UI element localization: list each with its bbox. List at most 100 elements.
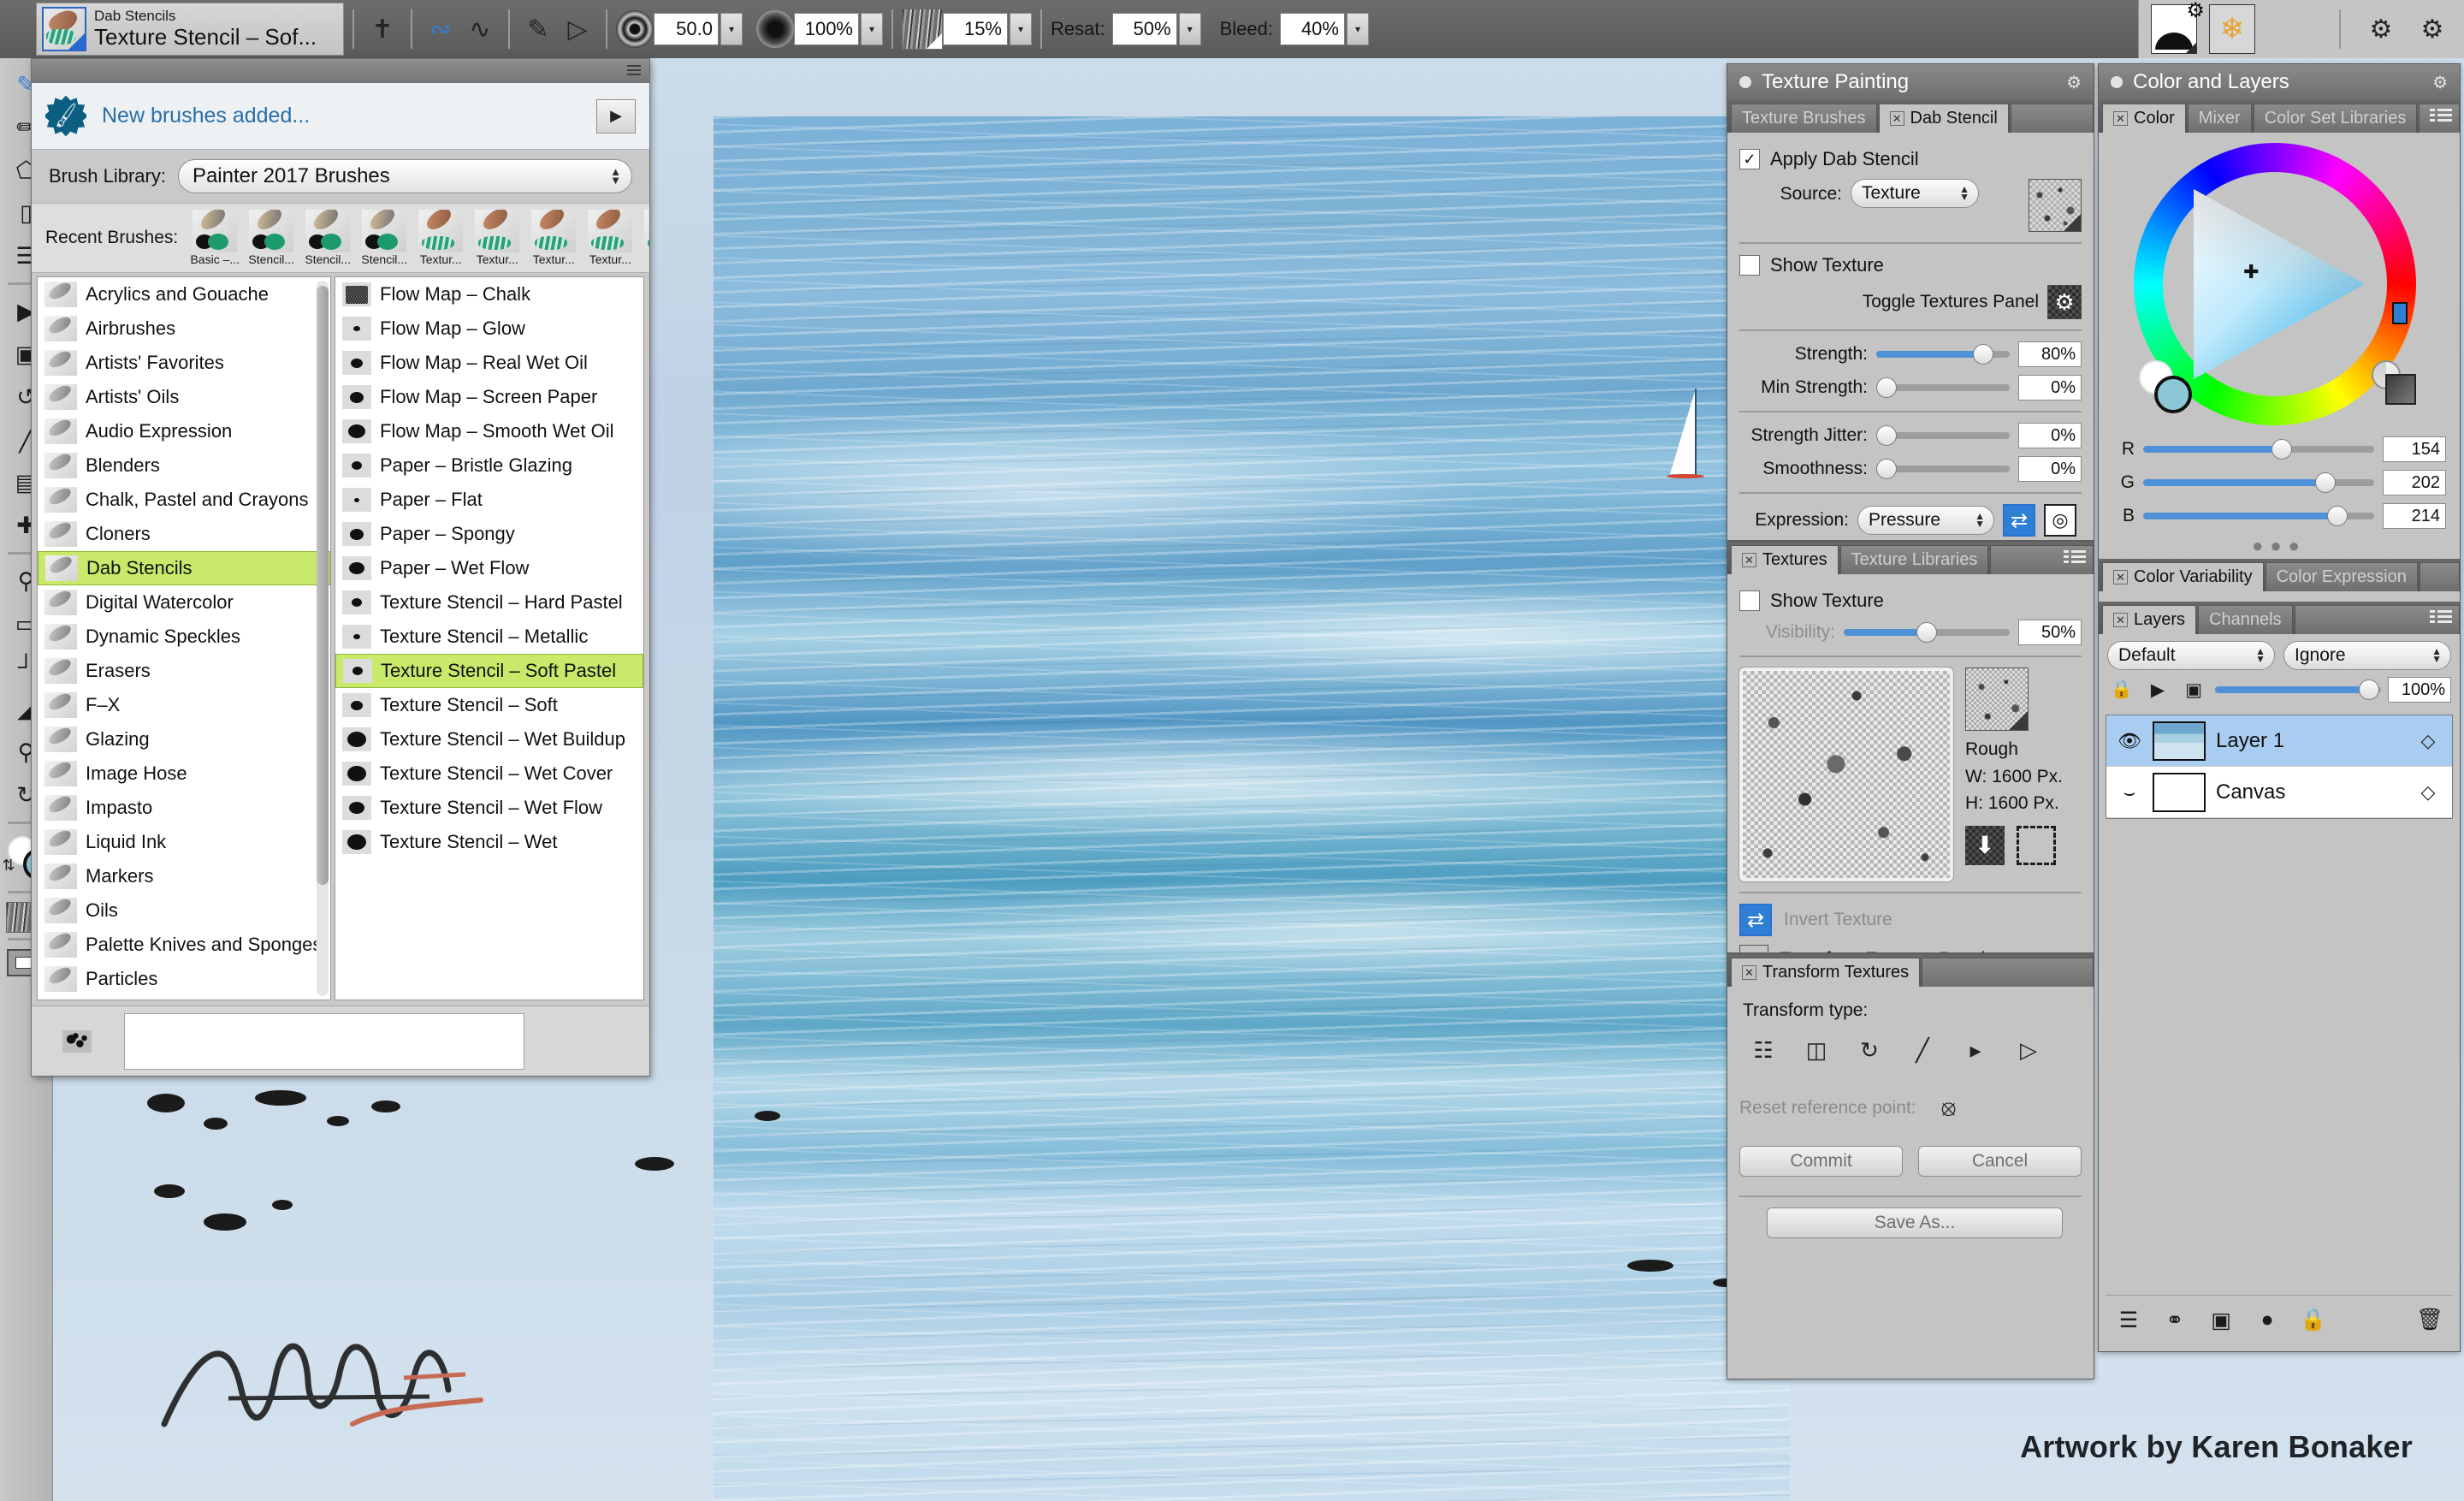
- sidebar-item-audio-expression[interactable]: Audio Expression: [38, 414, 330, 448]
- list-item[interactable]: Paper – Spongy: [335, 517, 643, 551]
- tab-color[interactable]: ✕ Color: [2102, 104, 2186, 133]
- sidebar-item-cloners[interactable]: Cloners: [38, 517, 330, 551]
- list-item[interactable]: Texture Stencil – Metallic: [335, 620, 643, 654]
- grain-value[interactable]: 15%: [943, 13, 1008, 45]
- straight-line-stroke-icon[interactable]: ∿: [460, 9, 500, 49]
- recent-brush-item[interactable]: Textur...: [527, 210, 580, 266]
- list-item[interactable]: Flow Map – Smooth Wet Oil: [335, 414, 643, 448]
- dynamic-plugin-icon[interactable]: ⚭: [2159, 1304, 2191, 1337]
- preserve-transparency-icon[interactable]: 🔒: [2107, 675, 2136, 704]
- close-icon[interactable]: ✕: [2113, 570, 2128, 584]
- rectangular-dab-icon[interactable]: ▷: [558, 9, 597, 49]
- brush-size-icon[interactable]: [616, 10, 654, 48]
- tab-color-set-libraries[interactable]: Color Set Libraries: [2254, 104, 2418, 133]
- tab-channels[interactable]: Channels: [2198, 605, 2293, 634]
- tab-textures[interactable]: ✕ Textures: [1731, 545, 1839, 574]
- play-notice-button[interactable]: ▶: [596, 99, 636, 133]
- layer-composite-icon[interactable]: ▣: [2179, 675, 2208, 704]
- brush-loading-icon[interactable]: ✎: [518, 9, 558, 49]
- list-item[interactable]: Texture Stencil – Soft: [335, 688, 643, 722]
- move-transform-icon[interactable]: ☷: [1746, 1033, 1780, 1067]
- opacity-value[interactable]: 100%: [794, 13, 859, 45]
- slider-control[interactable]: [1876, 377, 2010, 398]
- sidebar-item-airbrushes[interactable]: Airbrushes: [38, 311, 330, 346]
- invert-texture-icon[interactable]: ⇄: [1739, 904, 1772, 936]
- list-item[interactable]: Texture Stencil – Wet Buildup: [335, 722, 643, 756]
- sidebar-item-dynamic-speckles[interactable]: Dynamic Speckles: [38, 620, 330, 654]
- slider-value[interactable]: 80%: [2018, 341, 2082, 367]
- panel-menu-icon[interactable]: [2064, 550, 2086, 569]
- layer-mask-icon[interactable]: ●: [2251, 1304, 2283, 1337]
- layer-name[interactable]: Layer 1: [2216, 729, 2404, 753]
- sidebar-item-f-x[interactable]: F–X: [38, 688, 330, 722]
- list-item[interactable]: Texture Stencil – Soft Pastel: [335, 654, 643, 688]
- skew-transform-icon[interactable]: ╱: [1905, 1033, 1940, 1067]
- brush-category-list[interactable]: Acrylics and GouacheAirbrushesArtists' F…: [37, 276, 331, 1000]
- rgb-value[interactable]: 202: [2383, 470, 2446, 495]
- blend-mode-dropdown[interactable]: Default ▲▼: [2107, 641, 2275, 670]
- sidebar-item-oils[interactable]: Oils: [38, 893, 330, 928]
- sidebar-item-acrylics-and-gouache[interactable]: Acrylics and Gouache: [38, 277, 330, 311]
- slider-value[interactable]: 0%: [2018, 375, 2082, 400]
- transform-save-as-button[interactable]: Save As...: [1767, 1207, 2063, 1238]
- list-item[interactable]: Texture Stencil – Wet Flow: [335, 791, 643, 825]
- sidebar-item-dab-stencils[interactable]: Dab Stencils: [38, 551, 330, 585]
- panel-menu-icon[interactable]: [2430, 610, 2452, 629]
- slider-control[interactable]: [1876, 459, 2010, 479]
- recent-brush-item[interactable]: Textur...: [583, 210, 637, 266]
- resat-stepper[interactable]: ▾: [1179, 13, 1201, 45]
- rgb-slider[interactable]: [2143, 439, 2374, 460]
- show-texture-checkbox-1[interactable]: [1739, 255, 1760, 276]
- list-item[interactable]: Flow Map – Chalk: [335, 277, 643, 311]
- commit-button[interactable]: Commit: [1739, 1146, 1903, 1177]
- recent-brush-item[interactable]: Text: [640, 210, 649, 266]
- tab-texture-brushes[interactable]: Texture Brushes: [1731, 104, 1877, 133]
- layer-visibility-icon[interactable]: ⌣: [2106, 781, 2153, 804]
- table-row[interactable]: ⌣ Canvas ◇: [2106, 767, 2452, 818]
- new-layer-icon[interactable]: ☰: [2112, 1304, 2145, 1337]
- rgb-value[interactable]: 154: [2383, 436, 2446, 462]
- delete-layer-icon[interactable]: 🗑: [2414, 1304, 2446, 1337]
- sidebar-item-glazing[interactable]: Glazing: [38, 722, 330, 756]
- tab-mixer[interactable]: Mixer: [2188, 104, 2252, 133]
- toggle-textures-panel-button[interactable]: ⚙: [2047, 285, 2082, 319]
- close-icon[interactable]: ✕: [1742, 553, 1756, 567]
- panel-menu-icon[interactable]: [2430, 109, 2452, 128]
- slider-value[interactable]: 0%: [2018, 423, 2082, 448]
- sidebar-item-image-hose[interactable]: Image Hose: [38, 756, 330, 791]
- grain-texture-icon[interactable]: [902, 9, 943, 50]
- tab-texture-libraries[interactable]: Texture Libraries: [1840, 545, 1989, 574]
- apply-dab-stencil-checkbox[interactable]: ✓: [1739, 149, 1760, 169]
- cancel-button[interactable]: Cancel: [1918, 1146, 2082, 1177]
- duplicate-layer-icon[interactable]: ▣: [2205, 1304, 2237, 1337]
- panel-options-gear-icon[interactable]: ⚙: [2066, 72, 2082, 93]
- tab-dab-stencil[interactable]: ✕ Dab Stencil: [1879, 104, 2009, 133]
- bleed-value[interactable]: 40%: [1280, 13, 1345, 45]
- bleed-stepper[interactable]: ▾: [1347, 13, 1369, 45]
- sidebar-item-artists-favorites[interactable]: Artists' Favorites: [38, 346, 330, 380]
- lock-layer-icon[interactable]: 🔒: [2297, 1304, 2330, 1337]
- sidebar-item-erasers[interactable]: Erasers: [38, 654, 330, 688]
- close-icon[interactable]: ✕: [2113, 613, 2128, 627]
- list-item[interactable]: Flow Map – Real Wet Oil: [335, 346, 643, 380]
- opacity-stepper[interactable]: ▾: [861, 13, 883, 45]
- layer-opacity-slider[interactable]: [2215, 679, 2381, 700]
- slider-control[interactable]: [1876, 344, 2010, 365]
- pickup-mode-dropdown[interactable]: Ignore ▲▼: [2283, 641, 2451, 670]
- list-item[interactable]: Flow Map – Screen Paper: [335, 380, 643, 414]
- freehand-stroke-icon[interactable]: ∾: [421, 9, 460, 49]
- recent-brush-item[interactable]: Textur...: [471, 210, 524, 266]
- texture-small-preview[interactable]: [1965, 667, 2029, 731]
- table-row[interactable]: 👁 Layer 1 ◇: [2106, 715, 2452, 767]
- recent-brush-item[interactable]: Stencil...: [301, 210, 354, 266]
- pick-up-underlying-icon[interactable]: ▶: [2143, 675, 2172, 704]
- list-item[interactable]: Texture Stencil – Hard Pastel: [335, 585, 643, 620]
- stroke-designer-icon[interactable]: ✝: [363, 9, 402, 49]
- tab-layers[interactable]: ✕ Layers: [2102, 605, 2196, 634]
- rotate-transform-icon[interactable]: ↻: [1852, 1033, 1886, 1067]
- slider-value[interactable]: 0%: [2018, 456, 2082, 482]
- list-item[interactable]: Flow Map – Glow: [335, 311, 643, 346]
- brush-variant-list[interactable]: Flow Map – ChalkFlow Map – GlowFlow Map …: [335, 276, 644, 1000]
- expression-dropdown[interactable]: Pressure ▲▼: [1857, 506, 1994, 535]
- list-item[interactable]: Paper – Bristle Glazing: [335, 448, 643, 483]
